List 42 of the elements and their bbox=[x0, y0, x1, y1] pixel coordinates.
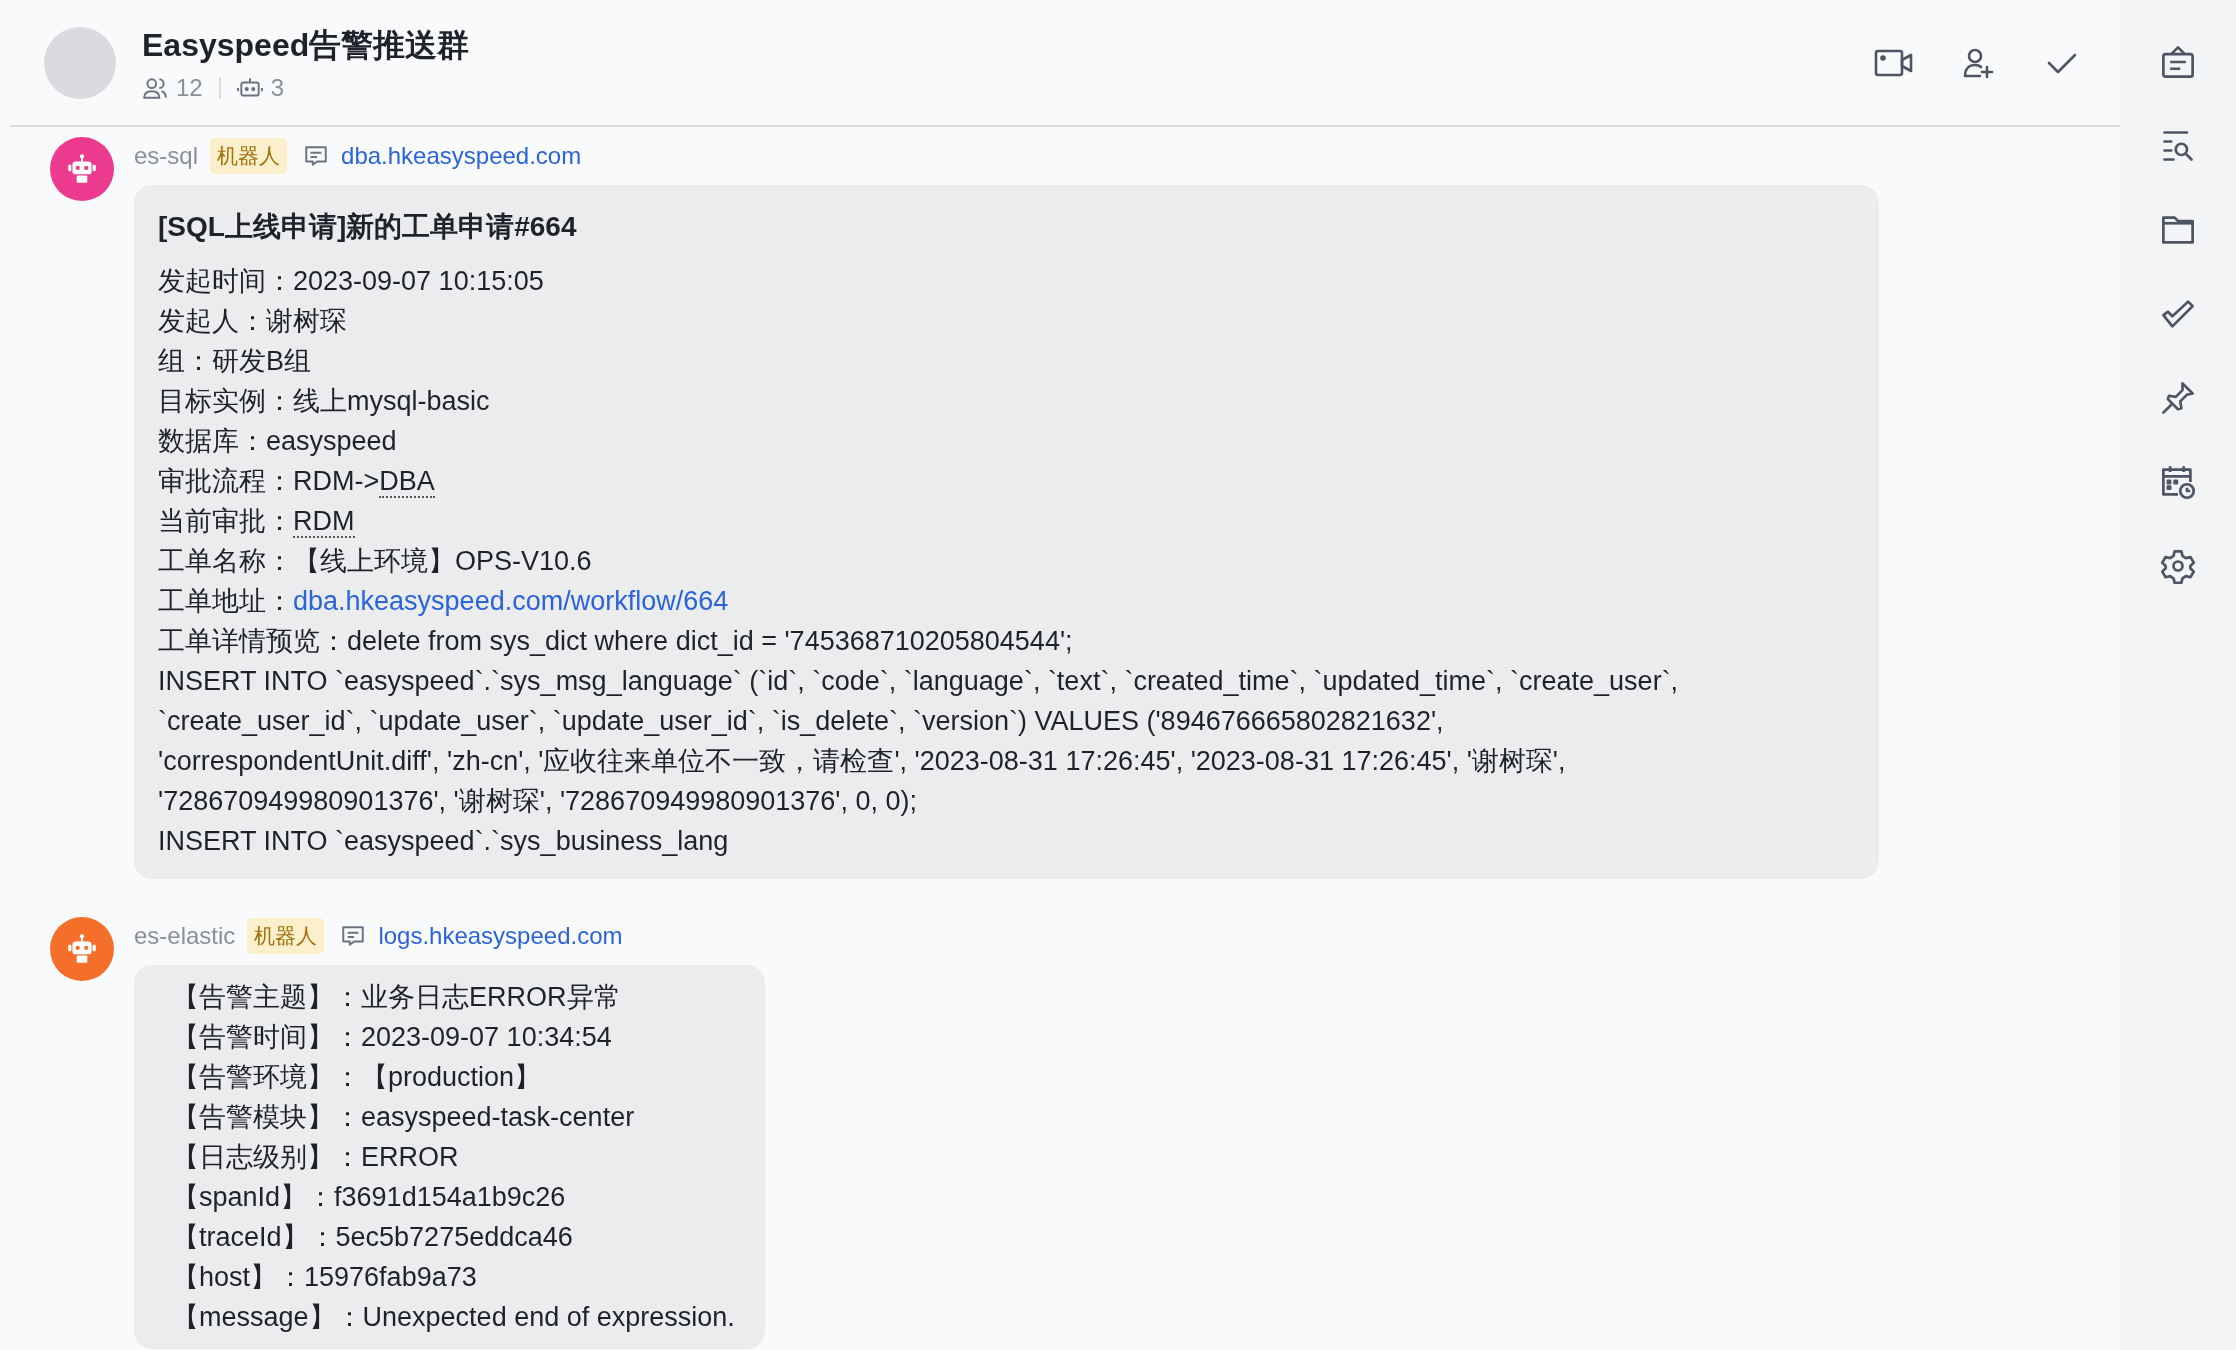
message-line: 工单地址：dba.hkeasyspeed.com/workflow/664 bbox=[158, 585, 730, 618]
bot-count: 3 bbox=[270, 73, 285, 102]
comment-icon bbox=[340, 923, 367, 949]
sender-name: es-elastic bbox=[134, 922, 236, 950]
announcement-board-icon[interactable] bbox=[2160, 44, 2196, 80]
message-line: 【日志级别】：ERROR bbox=[172, 1141, 460, 1174]
search-list-icon[interactable] bbox=[2160, 128, 2196, 164]
message-line: 'correspondentUnit.diff', 'zh-cn', '应收往来单位不一致，请检查', '2023-08-31 17:26:45', '2023-08-31 17:26:45', '谢树琛', bbox=[158, 745, 1567, 778]
message-line: 工单名称：【线上环境】OPS-V10.6 bbox=[158, 545, 593, 578]
message-line: 组：研发B组 bbox=[158, 345, 312, 378]
message-line: 【告警时间】：2023-09-07 10:34:54 bbox=[172, 1021, 613, 1054]
group-title: Easyspeed告警推送群 bbox=[142, 25, 470, 65]
message-title: [SQL上线申请]新的工单申请#664 bbox=[158, 210, 578, 244]
message-line: 【message】：Unexpected end of expression. bbox=[172, 1301, 735, 1334]
message-line: 数据库：easyspeed bbox=[158, 425, 398, 458]
message-line: 发起时间：2023-09-07 10:15:05 bbox=[158, 265, 545, 298]
source-link[interactable]: dba.hkeasyspeed.com bbox=[341, 142, 582, 170]
settings-icon[interactable] bbox=[2160, 548, 2196, 584]
comment-icon bbox=[303, 143, 330, 169]
message-line: 【host】：15976fab9a73 bbox=[172, 1261, 478, 1294]
message-line: 目标实例：线上mysql-basic bbox=[158, 385, 491, 418]
message-line: 【告警环境】：【production】 bbox=[172, 1061, 543, 1094]
message-line: 【告警模块】：easyspeed-task-center bbox=[172, 1101, 636, 1134]
message-line: INSERT INTO `easyspeed`.`sys_msg_language` (`id`, `code`, `language`, `text`, `created_time`, `updated_time`, `create_user`, bbox=[158, 665, 1680, 698]
message-line: 【spanId】：f3691d154a1b9c26 bbox=[172, 1181, 567, 1214]
pin-icon[interactable] bbox=[2160, 380, 2196, 416]
message-line: '728670949980901376', '谢树琛', '728670949980901376', 0, 0); bbox=[158, 785, 919, 818]
message-line: 工单详情预览：delete from sys_dict where dict_id = '745368710205804544'; bbox=[158, 625, 1074, 658]
message-line: 当前审批：RDM bbox=[158, 505, 356, 540]
message-line: `create_user_id`, `update_user`, `update_user_id`, `is_delete`, `version`) VALUES ('894676665802821632', bbox=[158, 705, 1445, 738]
message-line: 【traceId】：5ec5b7275eddca46 bbox=[172, 1221, 574, 1254]
source-link[interactable]: logs.hkeasyspeed.com bbox=[378, 922, 623, 950]
message-line: 发起人：谢树琛 bbox=[158, 305, 348, 338]
sender-name: es-sql bbox=[134, 142, 199, 170]
bot-tag: 机器人 bbox=[247, 918, 325, 954]
bot-tag: 机器人 bbox=[210, 138, 288, 174]
message-line: INSERT INTO `easyspeed`.`sys_business_lang bbox=[158, 825, 730, 858]
message-line: 【告警主题】：业务日志ERROR异常 bbox=[172, 981, 622, 1014]
member-count: 12 bbox=[176, 73, 203, 102]
message-line: 审批流程：RDM->DBA bbox=[158, 465, 436, 500]
workflow-link[interactable]: dba.hkeasyspeed.com/workflow/664 bbox=[293, 586, 729, 616]
calendar-clock-icon[interactable] bbox=[2160, 464, 2196, 500]
